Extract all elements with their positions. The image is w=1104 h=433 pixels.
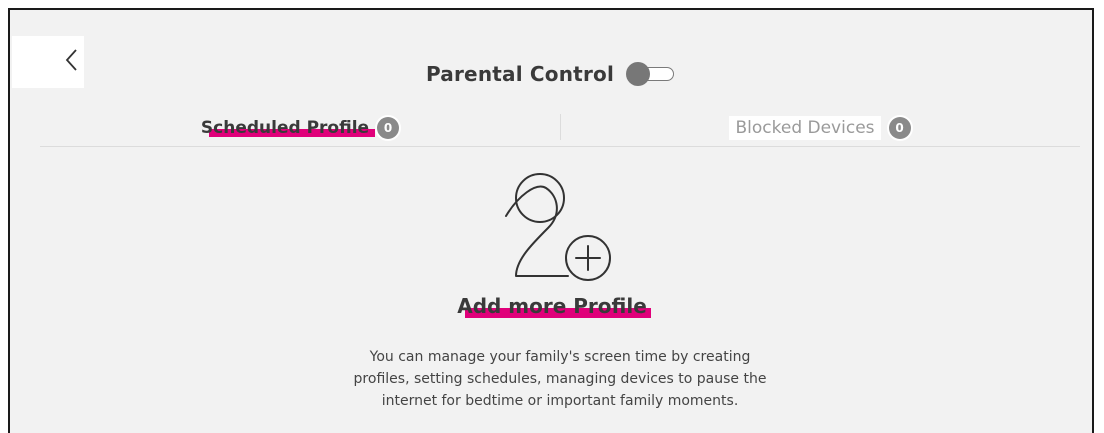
page-header: Parental Control <box>0 62 1104 86</box>
add-profile-icon[interactable] <box>496 168 626 288</box>
tab-scheduled-profile-label: Scheduled Profile <box>201 118 376 138</box>
count-badge: 0 <box>377 117 400 139</box>
description-line: profiles, setting schedules, managing de… <box>353 371 767 387</box>
parental-control-toggle[interactable] <box>626 62 678 86</box>
toggle-knob <box>626 62 651 86</box>
count-badge: 0 <box>888 117 911 139</box>
tab-blocked-devices[interactable]: Blocked Devices 0 <box>560 110 1080 146</box>
tab-scheduled-profile[interactable]: Scheduled Profile 0 <box>40 110 560 146</box>
empty-state-description: You can manage your family's screen time… <box>300 346 820 412</box>
description-line: internet for bedtime or important family… <box>381 393 739 409</box>
description-line: You can manage your family's screen time… <box>369 349 751 365</box>
tab-blocked-devices-label: Blocked Devices <box>729 116 881 140</box>
add-profile-title-row: Add more Profile <box>0 294 1104 318</box>
page-title: Parental Control <box>425 62 615 86</box>
tab-bar: Scheduled Profile 0 Blocked Devices 0 <box>40 110 1080 147</box>
add-profile-title[interactable]: Add more Profile <box>457 294 651 318</box>
